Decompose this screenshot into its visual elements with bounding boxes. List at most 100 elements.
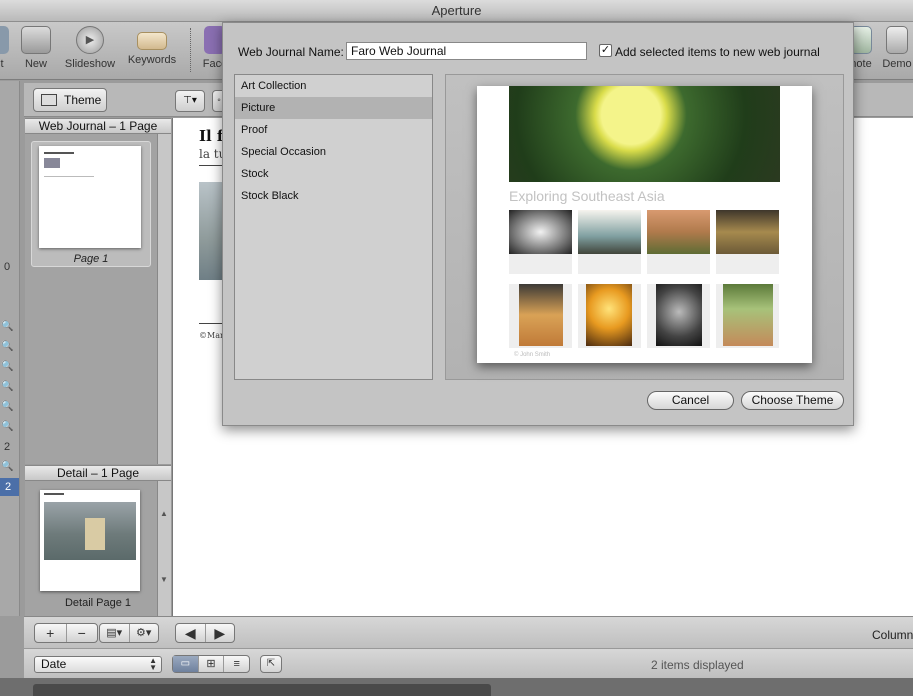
journal-name-label: Web Journal Name:	[238, 45, 344, 59]
preview-credit: © John Smith	[514, 352, 551, 358]
toolbar-import-label: t	[0, 58, 4, 70]
add-selected-checkbox[interactable]: ✓	[599, 44, 612, 57]
browser-toolbar: Date ▲ ▼ ▭ ⊞ ≡ ⇱ 2 items displayed	[24, 648, 913, 678]
grid-view-button[interactable]: ⊞	[199, 656, 225, 672]
add-remove-pages: + −	[34, 623, 98, 643]
preview-photo	[647, 210, 710, 274]
smart-album-icon[interactable]: 🔍	[1, 321, 13, 332]
gear-icon: ⚙▾	[136, 627, 152, 639]
preview-photo	[509, 284, 572, 348]
page-thumbnail[interactable]: Page 1	[31, 141, 151, 267]
import-icon	[0, 26, 9, 54]
previous-page-button[interactable]: ◀	[176, 624, 206, 642]
grid-icon: ⊞	[206, 658, 216, 670]
cancel-button[interactable]: Cancel	[647, 391, 734, 410]
tag-icon	[137, 32, 167, 50]
items-status: 2 items displayed	[651, 658, 744, 672]
toolbar-new-button[interactable]: New	[17, 26, 55, 70]
toolbar-slideshow-button[interactable]: ▶ Slideshow	[60, 26, 120, 70]
filmstrip-view-button[interactable]: ▭	[173, 656, 199, 672]
preview-photo	[509, 210, 572, 274]
scroll-down-icon[interactable]: ▼	[160, 575, 168, 584]
detail-thumbnail[interactable]	[40, 490, 140, 591]
theme-list-item[interactable]: Special Occasion	[235, 141, 432, 163]
metadata-icon: ◦	[217, 95, 221, 106]
theme-button[interactable]: Theme	[33, 88, 107, 112]
theme-preview: Exploring Southeast Asia © John Smith	[445, 74, 844, 380]
action-menu-button[interactable]: ⚙▾	[130, 624, 159, 642]
preview-photo	[716, 210, 779, 274]
text-block-icon: ⊤▾	[183, 95, 197, 106]
theme-list-item[interactable]: Stock Black	[235, 185, 432, 207]
web-journal-pane: Page 1	[25, 134, 171, 464]
preview-photo	[647, 284, 710, 348]
window-title: Aperture	[0, 0, 913, 22]
demo-icon	[886, 26, 908, 54]
toolbar-keywords-button[interactable]: Keywords	[124, 26, 180, 66]
preview-photo	[578, 210, 641, 274]
filmstrip-icon: ▭	[180, 658, 191, 669]
smart-album-icon[interactable]: 🔍	[1, 421, 13, 432]
library-strip: 0 🔍 🔍 🔍 🔍 🔍 🔍 2 🔍 2	[0, 81, 20, 616]
journal-copyright: ©Mar	[199, 331, 224, 340]
smart-album-icon[interactable]: 🔍	[1, 361, 13, 372]
theme-list-item[interactable]: Art Collection	[235, 75, 432, 97]
page-options: ▤▾ ⚙▾	[99, 623, 159, 643]
theme-list: Art Collection Picture Proof Special Occasi…	[234, 74, 433, 380]
web-journal-scrollbar[interactable]	[157, 134, 171, 464]
list-view-button[interactable]: ≡	[224, 656, 249, 672]
column-label: Column	[872, 628, 913, 642]
smart-album-icon[interactable]: 🔍	[1, 381, 13, 392]
page-thumbnail-image	[39, 146, 141, 248]
arrow-right-icon: ▶	[214, 625, 226, 641]
smart-album-icon[interactable]: 🔍	[1, 341, 13, 352]
lotus-banner-image	[509, 86, 780, 182]
smart-album-icon[interactable]: 🔍	[1, 461, 13, 472]
minus-icon: −	[77, 625, 86, 641]
toolbar-new-label: New	[24, 58, 47, 70]
web-journal-pane-header: Web Journal – 1 Page	[25, 118, 171, 134]
sort-select[interactable]: Date ▲ ▼	[34, 656, 162, 673]
detail-pane-header: Detail – 1 Page	[25, 465, 171, 481]
grid-layout-icon: ▤▾	[106, 627, 123, 639]
preview-title: Exploring Southeast Asia	[509, 188, 665, 204]
view-mode-switch: ▭ ⊞ ≡	[172, 655, 250, 673]
preview-photo	[716, 284, 779, 348]
next-page-button[interactable]: ▶	[206, 624, 235, 642]
footer-bar	[0, 678, 913, 696]
plus-icon: +	[46, 625, 55, 641]
journal-name-input[interactable]: Faro Web Journal	[346, 42, 587, 60]
swap-icon: ⇱	[266, 658, 276, 669]
choose-theme-button[interactable]: Choose Theme	[741, 391, 844, 410]
page-navigation: ◀ ▶	[175, 623, 235, 643]
smart-album-icon[interactable]: 🔍	[1, 401, 13, 412]
theme-list-item[interactable]: Picture	[235, 97, 432, 119]
text-block-button[interactable]: ⊤▾	[175, 90, 205, 112]
journal-heading[interactable]: Il f	[199, 127, 223, 145]
new-album-icon	[21, 26, 51, 54]
theme-icon	[41, 94, 57, 106]
album-count: 2	[4, 441, 11, 453]
selected-album-count[interactable]: 2	[0, 478, 19, 496]
preview-photo	[578, 284, 641, 348]
layout-menu-button[interactable]: ▤▾	[100, 624, 130, 642]
scroll-up-icon[interactable]: ▲	[160, 509, 168, 518]
add-selected-label[interactable]: Add selected items to new web journal	[615, 45, 820, 59]
footer-panel	[33, 684, 491, 696]
new-web-journal-sheet: Web Journal Name: Faro Web Journal ✓ Add…	[222, 22, 854, 426]
toolbar-demo-label: Demo	[882, 58, 912, 70]
toolbar-slideshow-label: Slideshow	[64, 58, 116, 70]
select-arrows-icon: ▲ ▼	[149, 656, 157, 672]
theme-list-item[interactable]: Stock	[235, 163, 432, 185]
page-toolbar: + − ▤▾ ⚙▾ ◀ ▶ Column	[24, 616, 913, 648]
toolbar-demo-button[interactable]: Demo	[880, 26, 913, 70]
theme-list-item[interactable]: Proof	[235, 119, 432, 141]
toolbar-import-button[interactable]: t	[0, 26, 12, 70]
theme-preview-page: Exploring Southeast Asia © John Smith	[477, 86, 812, 363]
remove-page-button[interactable]: −	[67, 624, 98, 642]
swap-button[interactable]: ⇱	[260, 655, 282, 673]
library-count: 0	[4, 261, 11, 273]
detail-scrollbar[interactable]: ▲ ▼	[157, 481, 171, 616]
detail-thumbnail-label: Detail Page 1	[64, 597, 132, 609]
add-page-button[interactable]: +	[35, 624, 67, 642]
